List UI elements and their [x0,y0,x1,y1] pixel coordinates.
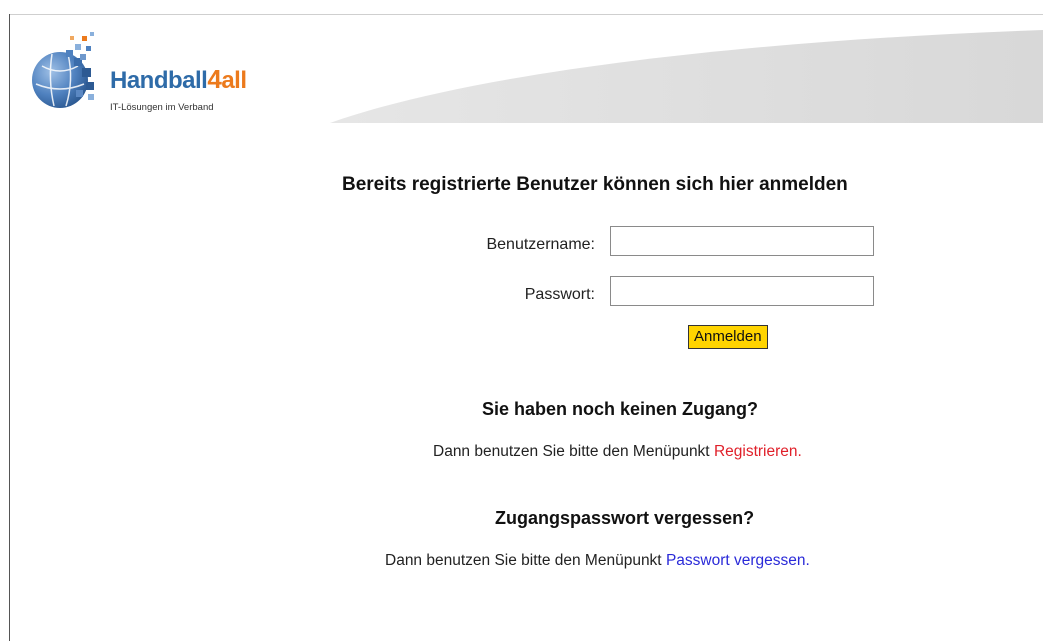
password-row: Passwort: [330,278,595,310]
forgot-text: Dann benutzen Sie bitte den Menüpunkt Pa… [385,552,810,570]
forgot-text-suffix: . [805,552,810,569]
register-link[interactable]: Registrieren [714,443,798,460]
logo-brand-suffix: all [221,67,247,94]
username-input[interactable] [610,226,874,256]
logo-tagline: IT-Lösungen im Verband [110,102,214,113]
password-label: Passwort: [524,286,595,303]
logo-brand-number: 4 [207,64,222,94]
register-heading: Sie haben noch keinen Zugang? [482,399,759,419]
register-text: Dann benutzen Sie bitte den Menüpunkt Re… [433,443,802,461]
register-text-prefix: Dann benutzen Sie bitte den Menüpunkt [433,443,714,460]
register-text-suffix: . [797,443,802,460]
handball4all-logo[interactable]: Handball4all IT-Lösungen im Verband [30,28,310,128]
username-label: Benutzername: [486,236,595,253]
logo-brand-main: Handball [110,67,208,94]
login-button[interactable]: Anmelden [688,325,768,349]
login-heading: Bereits registrierte Benutzer können sic… [342,174,848,195]
page-frame: Handball4all IT-Lösungen im Verband Bere… [0,0,1043,641]
handball-pixel-icon [32,32,94,108]
username-row: Benutzername: [330,228,595,260]
logo-wordmark: Handball4all [110,64,247,95]
forgot-password-link[interactable]: Passwort vergessen [666,552,806,569]
password-input[interactable] [610,276,874,306]
forgot-text-prefix: Dann benutzen Sie bitte den Menüpunkt [385,552,666,569]
forgot-heading: Zugangspasswort vergessen? [495,508,755,528]
